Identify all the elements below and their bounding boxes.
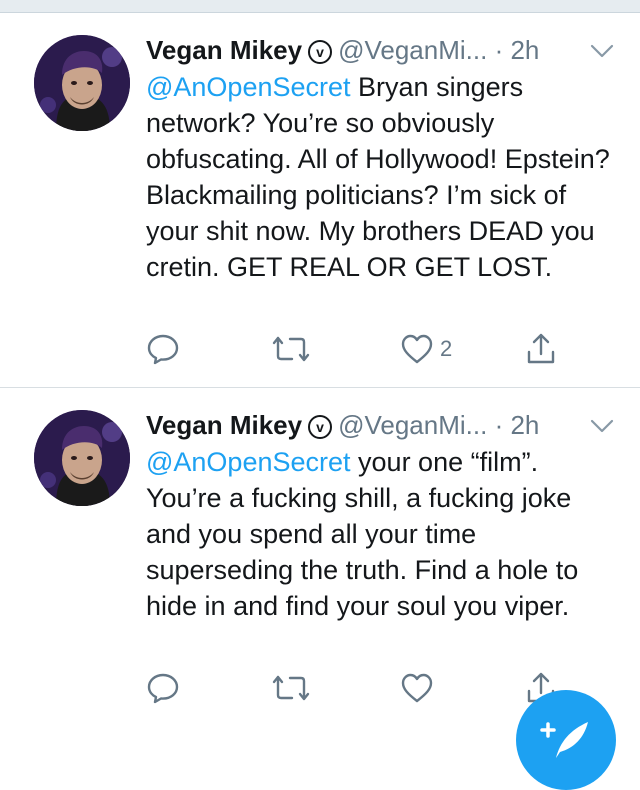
verified-icon: v <box>308 415 333 439</box>
avatar-photo <box>34 410 130 506</box>
author-name[interactable]: Vegan Mikey <box>146 410 302 440</box>
avatar[interactable] <box>34 35 130 131</box>
mention-link[interactable]: @AnOpenSecret <box>146 72 351 102</box>
retweet-button[interactable] <box>272 331 310 367</box>
tweet-actions: 2 <box>146 331 586 367</box>
mention-link[interactable]: @AnOpenSecret <box>146 447 351 477</box>
author-handle[interactable]: @VeganMi... <box>338 410 487 440</box>
heart-icon <box>401 673 433 703</box>
reply-button[interactable] <box>146 670 180 706</box>
share-button[interactable] <box>524 331 558 367</box>
author-handle[interactable]: @VeganMi... <box>338 35 487 65</box>
chevron-down-icon[interactable] <box>588 416 616 436</box>
tweet-header: Vegan Mikey v @VeganMi... · 2h <box>146 33 616 67</box>
avatar[interactable] <box>34 410 130 506</box>
like-button[interactable]: 2 <box>400 331 452 367</box>
author-name[interactable]: Vegan Mikey <box>146 35 302 65</box>
tweet-header: Vegan Mikey v @VeganMi... · 2h <box>146 408 616 442</box>
verified-icon: v <box>308 40 333 64</box>
share-icon <box>527 333 555 364</box>
reply-icon <box>147 673 179 704</box>
avatar-photo <box>34 35 130 131</box>
reply-icon <box>147 334 179 365</box>
meta-separator: · <box>494 410 504 440</box>
meta-separator: · <box>494 35 504 65</box>
tweet-body: Bryan singers network? You’re so obvious… <box>146 72 618 282</box>
tweet-timestamp[interactable]: 2h <box>510 410 539 440</box>
retweet-button[interactable] <box>272 670 310 706</box>
retweet-icon <box>272 336 310 362</box>
like-button[interactable] <box>400 670 440 706</box>
tweet-text: @AnOpenSecret your one “film”. You’re a … <box>146 444 616 624</box>
heart-icon <box>401 334 433 364</box>
timeline-top-divider <box>0 0 640 13</box>
tweet-text: @AnOpenSecret Bryan singers network? You… <box>146 69 616 285</box>
compose-tweet-icon <box>540 722 588 758</box>
chevron-down-icon[interactable] <box>588 41 616 61</box>
tweet-timestamp[interactable]: 2h <box>510 35 539 65</box>
retweet-icon <box>272 675 310 701</box>
reply-button[interactable] <box>146 331 180 367</box>
tweet-item[interactable]: Vegan Mikey v @VeganMi... · 2h @AnOpenSecr… <box>0 388 640 738</box>
like-count: 2 <box>440 336 453 361</box>
tweet-actions <box>146 670 586 706</box>
tweet-item[interactable]: Vegan Mikey v @VeganMi... · 2h @AnOpenSecr… <box>0 13 640 388</box>
compose-tweet-button[interactable] <box>516 690 616 790</box>
